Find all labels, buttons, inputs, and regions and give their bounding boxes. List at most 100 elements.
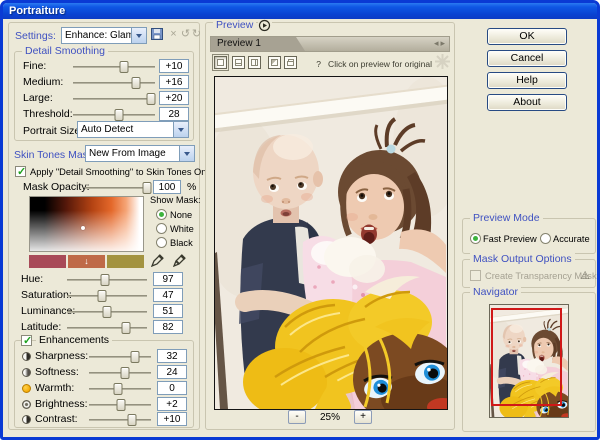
brightness-slider[interactable] (89, 404, 151, 406)
medium-value[interactable] (159, 75, 189, 89)
warmth-slider-thumb[interactable] (113, 383, 122, 395)
mask-opacity-value[interactable] (153, 180, 181, 194)
softness-slider[interactable] (89, 372, 151, 374)
latitude-slider-thumb[interactable] (122, 322, 131, 334)
fast-preview-radio[interactable] (470, 233, 481, 244)
luminance-value[interactable] (153, 304, 183, 318)
eyedropper-plus-icon[interactable] (173, 253, 187, 267)
warmth-label: Warmth: (35, 382, 74, 394)
enhancements-title: Enhancements (36, 334, 112, 346)
mask-opacity-slider[interactable] (85, 187, 149, 189)
preview-photo[interactable] (214, 76, 448, 410)
fast-preview-label: Fast Preview (483, 234, 537, 244)
skin-tones-mask-value: New From Image (89, 148, 166, 159)
medium-slider[interactable] (73, 82, 155, 84)
redo-icon[interactable]: ↻ (190, 28, 203, 41)
create-transparency-mask-checkbox (470, 270, 481, 281)
chevron-down-icon[interactable] (173, 122, 188, 137)
hue-slider-thumb[interactable] (101, 274, 110, 286)
navigator-thumbnail[interactable] (489, 304, 569, 418)
accurate-label: Accurate (553, 234, 590, 244)
skin-tone-color-field[interactable] (29, 196, 144, 252)
show-mask-none-label: None (170, 210, 192, 220)
latitude-slider[interactable] (67, 327, 147, 329)
sharpness-value[interactable] (157, 349, 187, 363)
preview-photo-svg (215, 77, 447, 409)
chevron-down-icon[interactable] (131, 28, 146, 43)
accurate-radio[interactable] (540, 233, 551, 244)
enhancements-checkbox[interactable] (21, 335, 32, 346)
swatch-hue-current[interactable]: ↓ (68, 255, 105, 268)
sharpness-slider[interactable] (89, 356, 151, 358)
large-value[interactable] (159, 91, 189, 105)
show-mask-radio-black[interactable] (156, 237, 167, 248)
threshold-slider-thumb[interactable] (114, 109, 123, 121)
brightness-slider-thumb[interactable] (116, 399, 125, 411)
help-button[interactable]: Help (487, 72, 567, 89)
softness-label: Softness: (35, 366, 79, 378)
zoom-controls: - 25% + (206, 410, 454, 424)
mask-opacity-slider-thumb[interactable] (143, 182, 152, 194)
zoom-in-button[interactable]: + (354, 410, 372, 424)
contrast-value[interactable] (157, 412, 187, 426)
swatch-hue-high[interactable] (107, 255, 144, 268)
saturation-slider-thumb[interactable] (98, 290, 107, 302)
show-mask-radio-white[interactable] (156, 223, 167, 234)
zoom-out-button[interactable]: - (288, 410, 306, 424)
threshold-label: Threshold: (23, 108, 73, 120)
sharpness-icon (22, 352, 31, 361)
cancel-button[interactable]: Cancel (487, 50, 567, 67)
luminance-slider-thumb[interactable] (103, 306, 112, 318)
layout-split-horizontal-icon[interactable] (232, 56, 245, 69)
color-field-marker[interactable] (81, 226, 85, 230)
load-preview-icon[interactable] (284, 56, 297, 69)
fine-value[interactable] (159, 59, 189, 73)
contrast-slider-thumb[interactable] (128, 414, 137, 426)
sharpness-slider-thumb[interactable] (130, 351, 139, 363)
brightness-icon (22, 400, 31, 409)
settings-combo[interactable]: Enhance: Glamour (61, 27, 147, 44)
portrait-size-combo[interactable]: Auto Detect (77, 121, 189, 138)
brightness-value[interactable] (157, 397, 187, 411)
mask-opacity-unit: % (187, 181, 196, 193)
softness-value[interactable] (157, 365, 187, 379)
medium-slider-thumb[interactable] (132, 77, 141, 89)
tab-preview-1[interactable]: Preview 1 (211, 37, 305, 51)
hue-slider[interactable] (67, 279, 147, 281)
preview-hint: ? Click on preview for original (316, 59, 432, 69)
layout-split-vertical-icon[interactable] (248, 56, 261, 69)
preview-menu-icon[interactable] (258, 19, 272, 32)
large-slider-thumb[interactable] (146, 93, 155, 105)
sharpness-label: Sharpness: (35, 350, 88, 362)
new-preview-icon[interactable] (268, 56, 281, 69)
detail-smoothing-title: Detail Smoothing (22, 45, 108, 57)
swatch-hue-low[interactable] (29, 255, 66, 268)
latitude-value[interactable] (153, 320, 183, 334)
show-mask-radio-none[interactable] (156, 209, 167, 220)
save-preset-icon[interactable] (151, 28, 164, 41)
saturation-value[interactable] (153, 288, 183, 302)
apply-smoothing-checkbox[interactable] (15, 166, 26, 177)
threshold-value[interactable] (159, 107, 189, 121)
title-bar[interactable]: Portraiture (3, 3, 597, 19)
ok-button[interactable]: OK (487, 28, 567, 45)
saturation-slider[interactable] (67, 295, 147, 297)
large-slider[interactable] (73, 98, 155, 100)
eyedropper-icon[interactable] (151, 253, 165, 267)
skin-tones-mask-combo[interactable]: New From Image (85, 145, 195, 162)
about-button[interactable]: About (487, 94, 567, 111)
warmth-value[interactable] (157, 381, 187, 395)
warmth-slider[interactable] (89, 388, 151, 390)
navigator-viewport[interactable] (491, 308, 562, 406)
chevron-down-icon[interactable] (179, 146, 194, 161)
navigator-group: Navigator (462, 292, 596, 432)
contrast-slider[interactable] (89, 419, 151, 421)
tab-scroll-arrows[interactable]: ◂▸ (434, 38, 447, 49)
fine-slider[interactable] (73, 66, 155, 68)
layout-single-icon[interactable] (214, 56, 227, 69)
hue-value[interactable] (153, 272, 183, 286)
softness-slider-thumb[interactable] (120, 367, 129, 379)
threshold-slider[interactable] (73, 114, 155, 116)
fine-slider-thumb[interactable] (119, 61, 128, 73)
luminance-slider[interactable] (67, 311, 147, 313)
